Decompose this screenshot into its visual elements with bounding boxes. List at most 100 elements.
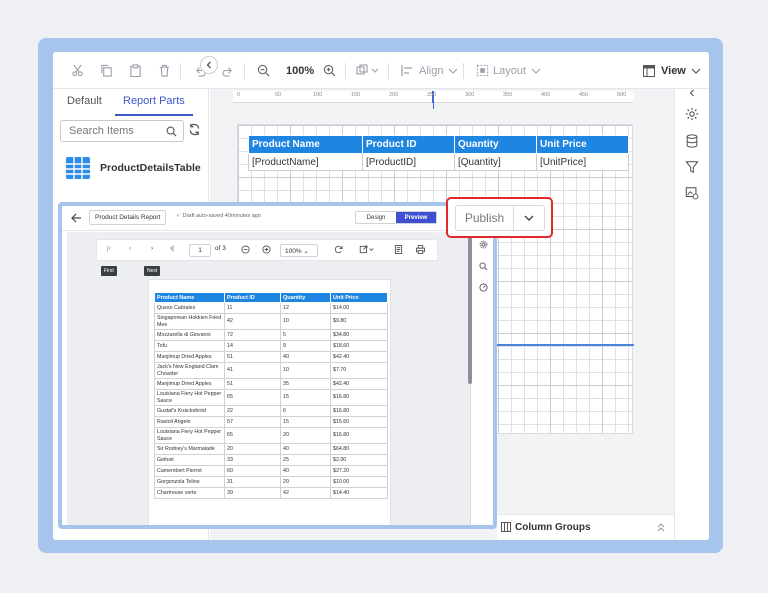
table-cell: $64.80 (330, 443, 388, 455)
publish-button[interactable]: Publish (456, 206, 514, 230)
back-arrow-icon[interactable] (71, 213, 82, 223)
table-cell: 31 (224, 476, 281, 488)
zoom-select[interactable]: 100% ⌄ (280, 244, 318, 257)
table-cell: 65 (224, 389, 281, 406)
table-row: Manjimup Dried Apples 51 40 $42.40 (154, 351, 388, 363)
page-total: of 3 (215, 245, 226, 252)
table-cell: 39 (224, 487, 281, 499)
table-cell: 40 (280, 443, 331, 455)
refresh-icon[interactable] (188, 123, 201, 136)
refresh-icon[interactable] (334, 245, 343, 254)
tab-report-parts[interactable]: Report Parts (123, 95, 185, 107)
table-cell: 12 (280, 302, 331, 314)
table-cell: 20 (280, 427, 331, 444)
preview-mode-button[interactable]: Preview (396, 212, 436, 223)
zoom-in-icon[interactable] (323, 52, 336, 89)
table-cell: 51 (224, 351, 281, 363)
image-settings-icon[interactable] (685, 186, 699, 200)
search-input[interactable]: Search Items (60, 120, 184, 142)
collapse-panel-button[interactable] (200, 56, 218, 74)
mode-toggle: Design Preview (355, 211, 437, 224)
arrange-dropdown[interactable] (356, 52, 380, 89)
toolbar-divider (388, 63, 389, 79)
table-cell: $16.80 (330, 427, 388, 444)
gauge-icon[interactable] (479, 283, 488, 292)
copy-icon[interactable] (100, 52, 113, 89)
table-cell: $18.60 (330, 340, 388, 352)
table-cell: $2.00 (330, 454, 388, 466)
redo-icon[interactable] (222, 52, 235, 89)
document-icon[interactable] (394, 245, 403, 254)
gear-icon[interactable] (685, 107, 699, 121)
design-mode-button[interactable]: Design (356, 212, 396, 223)
preview-scrollbar[interactable] (468, 234, 472, 384)
last-page-icon[interactable]: ›| (170, 245, 174, 252)
table-cell: 15 (280, 389, 331, 406)
table-row: Ravioli Angelo 57 15 $15.60 (154, 416, 388, 428)
table-cell: 20 (224, 443, 281, 455)
filter-icon[interactable] (685, 160, 699, 174)
designer-data-cell[interactable]: [Quantity] (454, 153, 537, 171)
export-icon[interactable] (359, 245, 375, 254)
publish-dropdown-button[interactable] (514, 206, 544, 230)
designer-data-cell[interactable]: [ProductID] (362, 153, 455, 171)
ruler-tick-label: 250 (427, 92, 437, 98)
column-groups-panel[interactable]: Column Groups (497, 514, 674, 540)
table-row: Manjimup Dried Apples 51 35 $42.40 (154, 378, 388, 390)
view-dropdown[interactable]: View (643, 52, 702, 89)
gear-icon[interactable] (479, 240, 488, 249)
report-title[interactable]: Product Details Report (89, 210, 167, 225)
table-cell: $14.40 (330, 487, 388, 499)
zoom-out-icon[interactable] (241, 245, 250, 254)
tab-default[interactable]: Default (67, 95, 102, 107)
designer-header-cell[interactable]: Quantity (454, 135, 537, 154)
table-cell: 40 (280, 465, 331, 477)
table-cell: 41 (224, 362, 281, 379)
designer-header-cell[interactable]: Product Name (248, 135, 363, 154)
table-cell: 25 (280, 454, 331, 466)
paste-icon[interactable] (129, 52, 142, 89)
designer-data-cell[interactable]: [UnitPrice] (536, 153, 629, 171)
search-icon[interactable] (479, 262, 488, 271)
chevron-left-icon[interactable] (688, 89, 696, 97)
database-icon[interactable] (685, 134, 699, 148)
preview-header-cell: Unit Price (330, 292, 388, 303)
report-part-item[interactable]: ProductDetailsTable (66, 157, 201, 179)
layout-dropdown[interactable]: Layout (476, 52, 542, 89)
preview-table: Product Name Product ID Quantity Unit Pr… (154, 292, 388, 499)
chevron-down-icon (524, 215, 534, 221)
next-page-icon[interactable]: › (151, 245, 153, 252)
chevron-double-up-icon[interactable] (657, 523, 665, 532)
search-placeholder: Search Items (69, 125, 134, 137)
report-part-label: ProductDetailsTable (100, 162, 201, 174)
print-icon[interactable] (416, 245, 425, 254)
delete-icon[interactable] (158, 52, 171, 89)
table-row: Mozzarella di Giovanni 72 5 $34.80 (154, 329, 388, 341)
first-page-icon[interactable]: |‹ (107, 245, 111, 252)
chevron-down-icon (449, 68, 458, 74)
preview-header-cell: Quantity (280, 292, 331, 303)
cut-icon[interactable] (71, 52, 84, 89)
ruler-tick-label: 450 (579, 92, 589, 98)
previous-page-icon[interactable]: ‹ (129, 245, 131, 252)
designer-table[interactable]: Product Name Product ID Quantity Unit Pr… (248, 135, 629, 171)
ruler-tick-label: 500 (617, 92, 627, 98)
publish-split-button: Publish (455, 205, 545, 231)
table-row: Louisiana Fiery Hot Pepper Sauce 65 15 $16.… (154, 389, 388, 406)
zoom-in-icon[interactable] (262, 245, 271, 254)
table-cell: Geitost (154, 454, 225, 466)
page-number-input[interactable]: 1 (189, 244, 211, 257)
table-cell: Sir Rodney's Marmalade (154, 443, 225, 455)
chevron-down-icon (531, 68, 541, 74)
table-cell: Queso Cabrales (154, 302, 225, 314)
zoom-out-icon[interactable] (257, 52, 270, 89)
publish-highlight: Publish (446, 197, 553, 238)
designer-header-cell[interactable]: Unit Price (536, 135, 629, 154)
table-cell: 60 (224, 465, 281, 477)
table-cell: 65 (224, 427, 281, 444)
align-dropdown[interactable]: Align (401, 52, 459, 89)
table-cell: Louisiana Fiery Hot Pepper Sauce (154, 389, 225, 406)
designer-header-cell[interactable]: Product ID (362, 135, 455, 154)
designer-data-cell[interactable]: [ProductName] (248, 153, 363, 171)
table-cell: Gustaf's Knäckebröd (154, 405, 225, 417)
